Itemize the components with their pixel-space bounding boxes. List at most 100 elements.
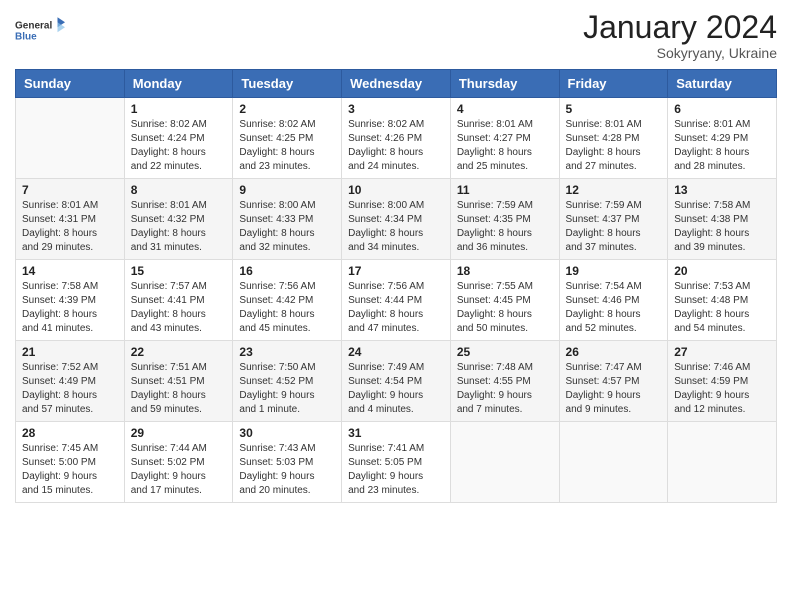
calendar-day-cell: 13 Sunrise: 7:58 AM Sunset: 4:38 PM Dayli… (668, 179, 777, 260)
day-number: 14 (22, 264, 118, 278)
day-info: Sunrise: 7:43 AM Sunset: 5:03 PM Dayligh… (239, 442, 335, 498)
calendar-day-cell: 23 Sunrise: 7:50 AM Sunset: 4:52 PM Dayli… (233, 341, 342, 422)
day-info: Sunrise: 7:58 AM Sunset: 4:39 PM Dayligh… (22, 280, 118, 336)
day-number: 1 (131, 102, 227, 116)
page-header: General Blue January 2024 Sokyryany, Ukr… (15, 10, 777, 61)
day-info: Sunrise: 7:57 AM Sunset: 4:41 PM Dayligh… (131, 280, 227, 336)
calendar-day-header: Friday (559, 70, 668, 98)
calendar-week-row: 21Sunrise: 7:52 AM Sunset: 4:49 PM Dayli… (16, 341, 777, 422)
day-info: Sunrise: 8:02 AM Sunset: 4:26 PM Dayligh… (348, 118, 444, 174)
day-info: Sunrise: 8:00 AM Sunset: 4:33 PM Dayligh… (239, 199, 335, 255)
title-block: January 2024 Sokyryany, Ukraine (583, 10, 777, 61)
day-info: Sunrise: 7:48 AM Sunset: 4:55 PM Dayligh… (457, 361, 553, 417)
day-number: 26 (566, 345, 662, 359)
calendar-day-header: Tuesday (233, 70, 342, 98)
day-number: 17 (348, 264, 444, 278)
day-info: Sunrise: 8:01 AM Sunset: 4:32 PM Dayligh… (131, 199, 227, 255)
calendar-day-cell: 10Sunrise: 8:00 AM Sunset: 4:34 PM Dayli… (342, 179, 451, 260)
day-info: Sunrise: 7:55 AM Sunset: 4:45 PM Dayligh… (457, 280, 553, 336)
calendar-day-cell: 5Sunrise: 8:01 AM Sunset: 4:28 PM Daylig… (559, 98, 668, 179)
day-info: Sunrise: 7:45 AM Sunset: 5:00 PM Dayligh… (22, 442, 118, 498)
calendar-day-cell: 18 Sunrise: 7:55 AM Sunset: 4:45 PM Dayli… (450, 260, 559, 341)
calendar-day-cell: 30 Sunrise: 7:43 AM Sunset: 5:03 PM Dayli… (233, 422, 342, 503)
main-title: January 2024 (583, 10, 777, 45)
logo-svg: General Blue (15, 10, 65, 50)
logo: General Blue (15, 10, 65, 50)
calendar-day-cell: 19 Sunrise: 7:54 AM Sunset: 4:46 PM Dayli… (559, 260, 668, 341)
calendar-week-row: 1 Sunrise: 8:02 AM Sunset: 4:24 PM Daylig… (16, 98, 777, 179)
calendar-week-row: 14 Sunrise: 7:58 AM Sunset: 4:39 PM Dayli… (16, 260, 777, 341)
day-info: Sunrise: 7:59 AM Sunset: 4:35 PM Dayligh… (457, 199, 553, 255)
day-info: Sunrise: 7:41 AM Sunset: 5:05 PM Dayligh… (348, 442, 444, 498)
day-info: Sunrise: 7:54 AM Sunset: 4:46 PM Dayligh… (566, 280, 662, 336)
calendar-day-cell: 14 Sunrise: 7:58 AM Sunset: 4:39 PM Dayli… (16, 260, 125, 341)
day-number: 15 (131, 264, 227, 278)
day-info: Sunrise: 7:53 AM Sunset: 4:48 PM Dayligh… (674, 280, 770, 336)
day-number: 10 (348, 183, 444, 197)
day-number: 8 (131, 183, 227, 197)
calendar-day-cell: 2 Sunrise: 8:02 AM Sunset: 4:25 PM Daylig… (233, 98, 342, 179)
day-number: 6 (674, 102, 770, 116)
day-info: Sunrise: 7:59 AM Sunset: 4:37 PM Dayligh… (566, 199, 662, 255)
day-number: 7 (22, 183, 118, 197)
day-number: 25 (457, 345, 553, 359)
calendar-day-cell: 24Sunrise: 7:49 AM Sunset: 4:54 PM Dayli… (342, 341, 451, 422)
calendar-day-cell: 4 Sunrise: 8:01 AM Sunset: 4:27 PM Daylig… (450, 98, 559, 179)
calendar-day-cell: 15 Sunrise: 7:57 AM Sunset: 4:41 PM Dayli… (124, 260, 233, 341)
svg-text:Blue: Blue (15, 32, 37, 43)
day-number: 18 (457, 264, 553, 278)
calendar-day-cell (668, 422, 777, 503)
calendar-day-cell (16, 98, 125, 179)
calendar-day-cell: 20 Sunrise: 7:53 AM Sunset: 4:48 PM Dayli… (668, 260, 777, 341)
calendar-day-header: Monday (124, 70, 233, 98)
calendar-day-cell: 28 Sunrise: 7:45 AM Sunset: 5:00 PM Dayli… (16, 422, 125, 503)
day-number: 21 (22, 345, 118, 359)
day-number: 28 (22, 426, 118, 440)
calendar-day-cell: 26 Sunrise: 7:47 AM Sunset: 4:57 PM Dayli… (559, 341, 668, 422)
day-number: 13 (674, 183, 770, 197)
day-info: Sunrise: 7:50 AM Sunset: 4:52 PM Dayligh… (239, 361, 335, 417)
calendar-table: SundayMondayTuesdayWednesdayThursdayFrid… (15, 69, 777, 503)
day-number: 19 (566, 264, 662, 278)
day-info: Sunrise: 8:01 AM Sunset: 4:31 PM Dayligh… (22, 199, 118, 255)
calendar-day-cell: 29Sunrise: 7:44 AM Sunset: 5:02 PM Dayli… (124, 422, 233, 503)
day-number: 22 (131, 345, 227, 359)
calendar-day-cell: 17Sunrise: 7:56 AM Sunset: 4:44 PM Dayli… (342, 260, 451, 341)
day-number: 9 (239, 183, 335, 197)
calendar-week-row: 28 Sunrise: 7:45 AM Sunset: 5:00 PM Dayli… (16, 422, 777, 503)
calendar-day-cell: 16Sunrise: 7:56 AM Sunset: 4:42 PM Dayli… (233, 260, 342, 341)
day-info: Sunrise: 8:02 AM Sunset: 4:25 PM Dayligh… (239, 118, 335, 174)
day-info: Sunrise: 7:46 AM Sunset: 4:59 PM Dayligh… (674, 361, 770, 417)
day-number: 2 (239, 102, 335, 116)
calendar-day-cell: 7 Sunrise: 8:01 AM Sunset: 4:31 PM Daylig… (16, 179, 125, 260)
calendar-day-cell: 8 Sunrise: 8:01 AM Sunset: 4:32 PM Daylig… (124, 179, 233, 260)
calendar-day-cell: 25 Sunrise: 7:48 AM Sunset: 4:55 PM Dayli… (450, 341, 559, 422)
calendar-day-cell: 6 Sunrise: 8:01 AM Sunset: 4:29 PM Daylig… (668, 98, 777, 179)
day-info: Sunrise: 7:51 AM Sunset: 4:51 PM Dayligh… (131, 361, 227, 417)
day-info: Sunrise: 7:44 AM Sunset: 5:02 PM Dayligh… (131, 442, 227, 498)
calendar-day-cell: 1 Sunrise: 8:02 AM Sunset: 4:24 PM Daylig… (124, 98, 233, 179)
calendar-day-cell: 31 Sunrise: 7:41 AM Sunset: 5:05 PM Dayli… (342, 422, 451, 503)
day-number: 30 (239, 426, 335, 440)
calendar-day-cell: 21Sunrise: 7:52 AM Sunset: 4:49 PM Dayli… (16, 341, 125, 422)
day-number: 23 (239, 345, 335, 359)
svg-text:General: General (15, 20, 52, 31)
day-number: 31 (348, 426, 444, 440)
day-number: 3 (348, 102, 444, 116)
calendar-day-cell (450, 422, 559, 503)
calendar-day-cell: 22 Sunrise: 7:51 AM Sunset: 4:51 PM Dayli… (124, 341, 233, 422)
day-number: 11 (457, 183, 553, 197)
day-number: 5 (566, 102, 662, 116)
day-info: Sunrise: 7:47 AM Sunset: 4:57 PM Dayligh… (566, 361, 662, 417)
calendar-day-header: Thursday (450, 70, 559, 98)
day-number: 4 (457, 102, 553, 116)
day-info: Sunrise: 8:01 AM Sunset: 4:27 PM Dayligh… (457, 118, 553, 174)
day-info: Sunrise: 8:02 AM Sunset: 4:24 PM Dayligh… (131, 118, 227, 174)
day-number: 20 (674, 264, 770, 278)
calendar-day-cell: 11 Sunrise: 7:59 AM Sunset: 4:35 PM Dayli… (450, 179, 559, 260)
day-info: Sunrise: 7:58 AM Sunset: 4:38 PM Dayligh… (674, 199, 770, 255)
day-info: Sunrise: 8:01 AM Sunset: 4:29 PM Dayligh… (674, 118, 770, 174)
day-info: Sunrise: 7:56 AM Sunset: 4:42 PM Dayligh… (239, 280, 335, 336)
calendar-day-header: Wednesday (342, 70, 451, 98)
calendar-day-cell: 3 Sunrise: 8:02 AM Sunset: 4:26 PM Daylig… (342, 98, 451, 179)
